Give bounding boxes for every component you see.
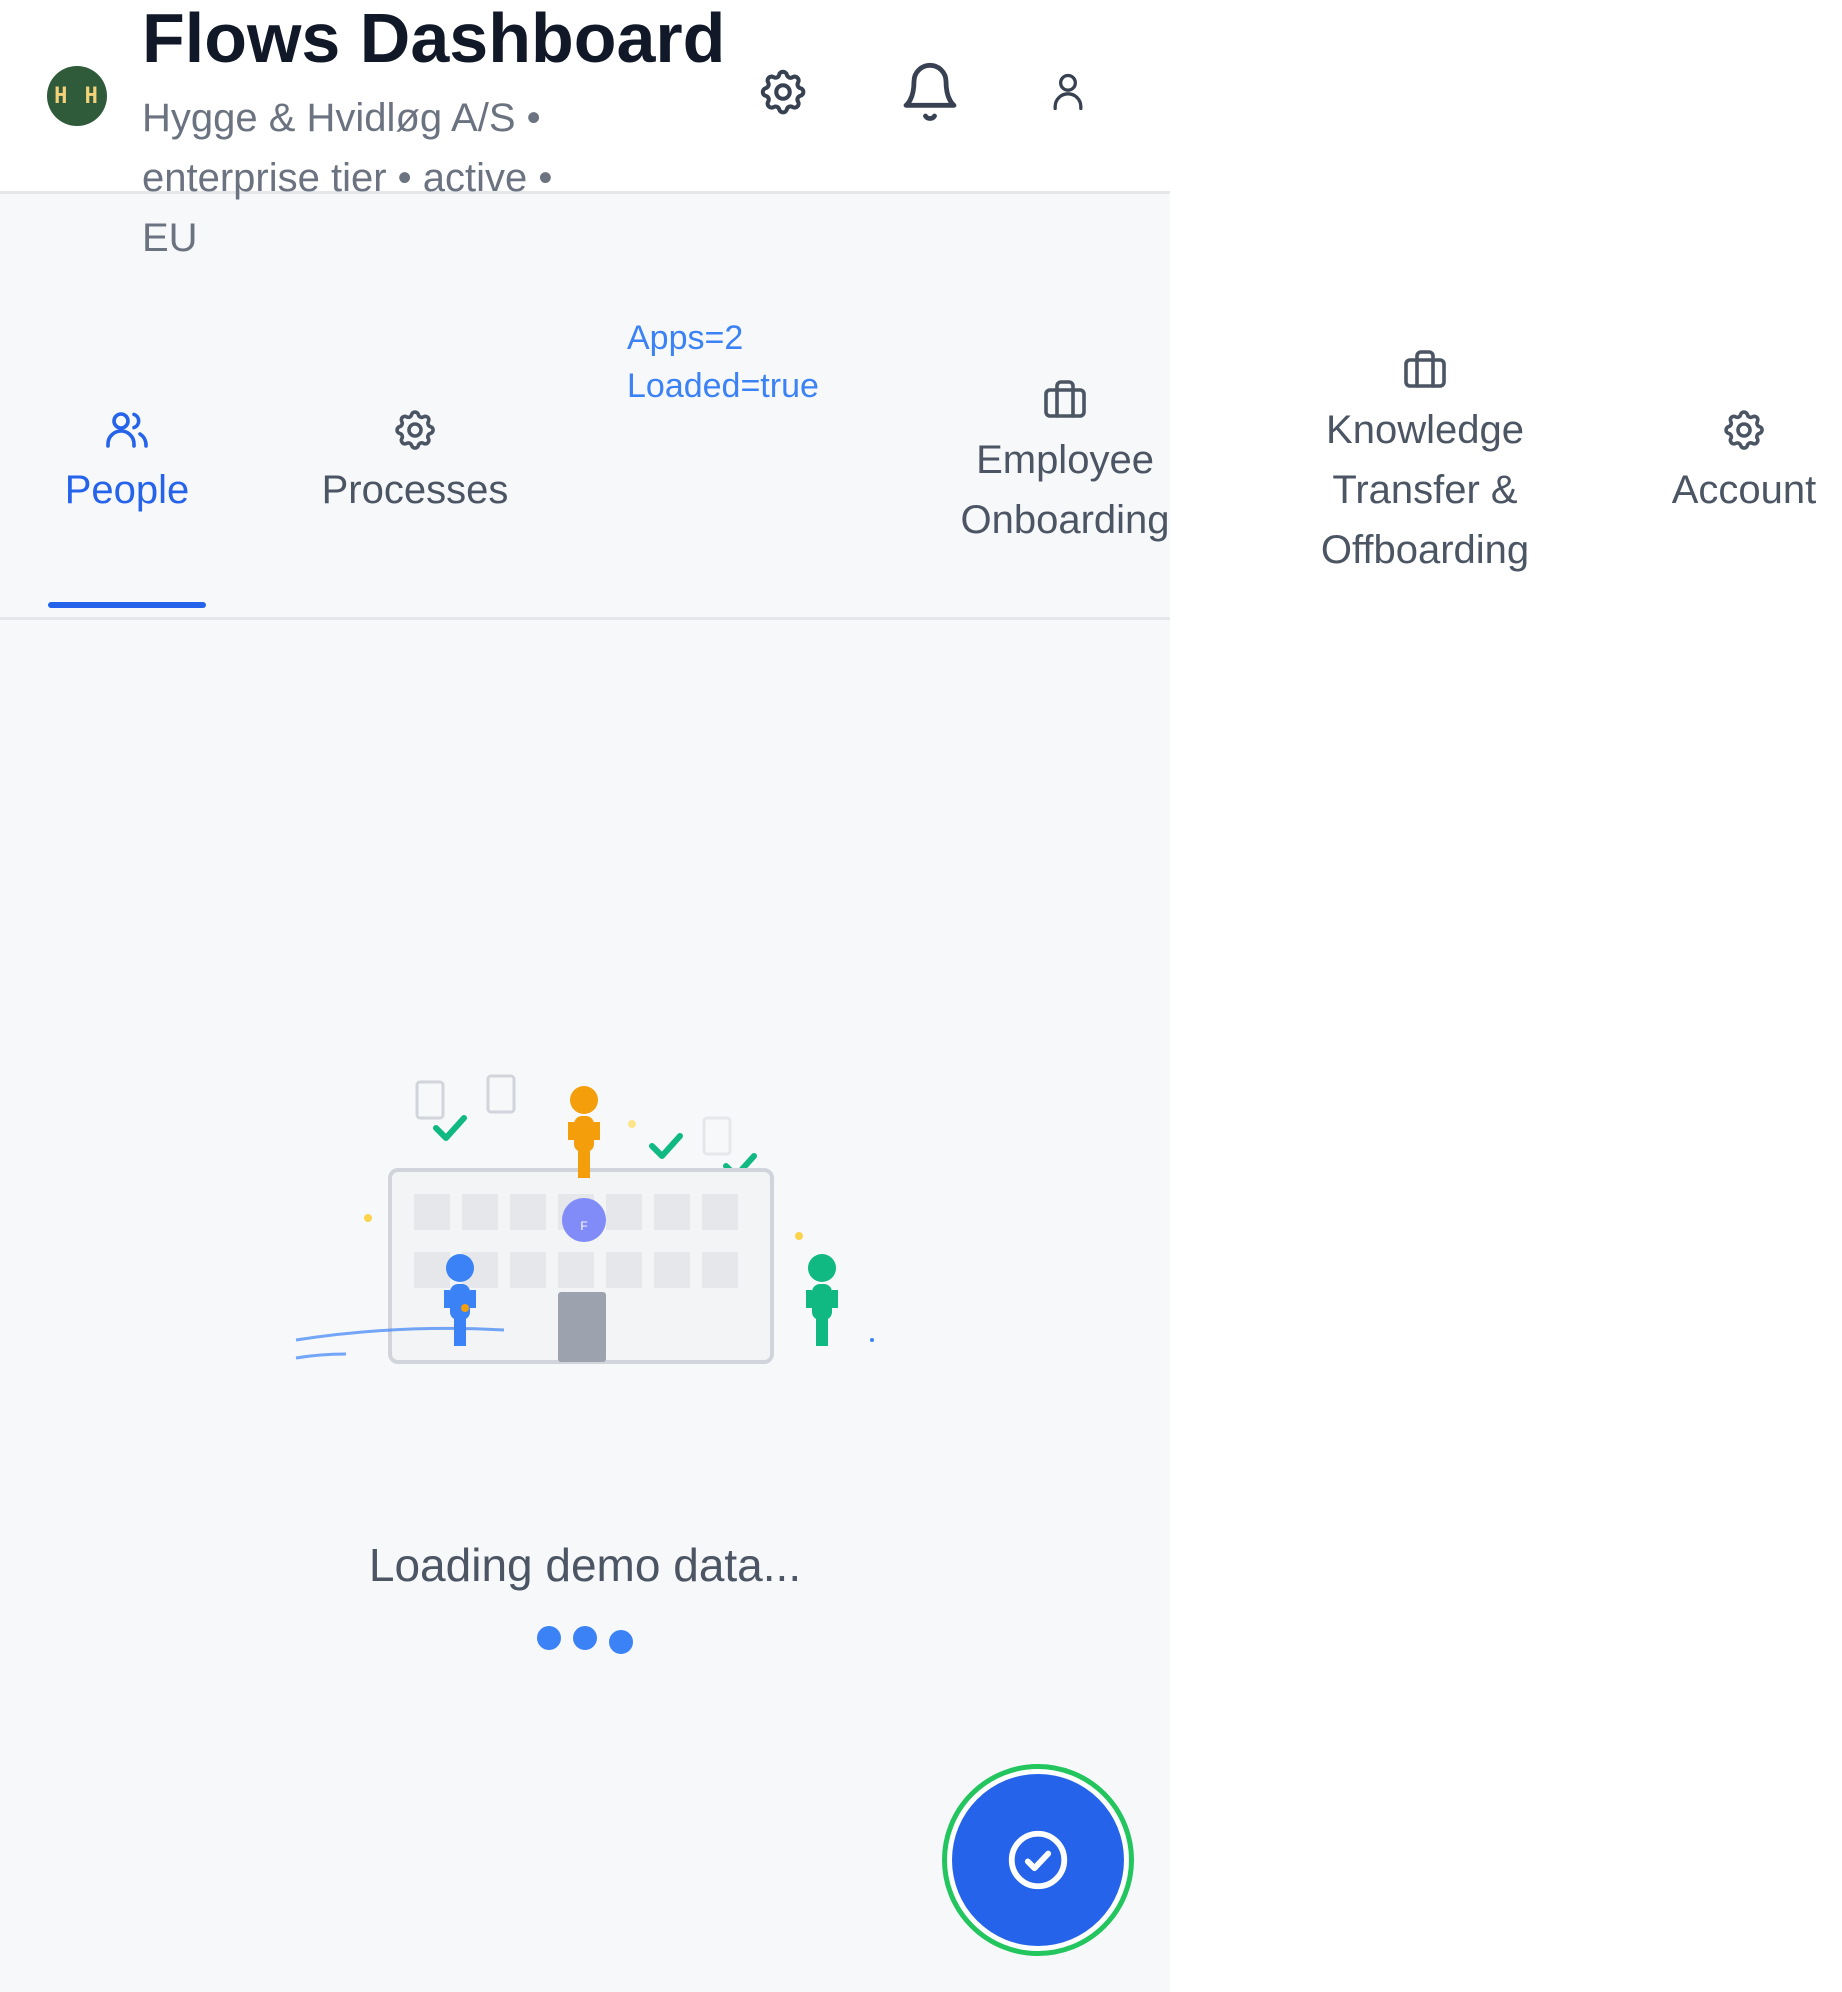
profile-button[interactable] <box>1036 60 1100 124</box>
tab-label: Account <box>1671 468 1817 512</box>
tab-label: Knowledge Transfer & Offboarding <box>1320 408 1530 572</box>
active-tab-indicator <box>48 602 206 608</box>
tab-account[interactable]: Account <box>1654 406 1834 520</box>
loading-illustration: F <box>295 1074 874 1364</box>
tab-bar-divider <box>0 617 1170 620</box>
company-subtitle: Hygge & Hvidløg A/S • enterprise tier • … <box>142 96 553 260</box>
notifications-button[interactable] <box>898 60 962 124</box>
tab-bar: People Processes Employee Onboarding Kno… <box>0 300 1842 620</box>
app-panel: H H Flows Dashboard Hygge & Hvidløg A/S … <box>0 0 1170 1992</box>
briefcase-icon <box>1044 380 1086 418</box>
people-icon <box>106 412 148 448</box>
company-logo: H H <box>47 66 107 126</box>
bell-icon <box>903 62 957 121</box>
check-circle-icon <box>1008 1830 1068 1890</box>
gear-icon <box>395 410 435 450</box>
tab-label: Employee Onboarding <box>960 438 1170 542</box>
user-icon <box>1053 73 1083 111</box>
header: H H Flows Dashboard Hygge & Hvidløg A/S … <box>0 0 1170 260</box>
gear-icon <box>1724 410 1764 450</box>
fab-inner <box>952 1774 1124 1946</box>
briefcase-icon <box>1404 350 1446 388</box>
tab-people[interactable]: People <box>48 406 206 520</box>
avatar-letter: F <box>580 1219 587 1233</box>
tab-employee-onboarding[interactable]: Employee Onboarding <box>940 376 1190 550</box>
loading-dot <box>609 1630 633 1654</box>
settings-button[interactable] <box>751 60 815 124</box>
tab-processes[interactable]: Processes <box>300 406 530 520</box>
tab-label: People <box>64 468 190 512</box>
tab-label: Processes <box>321 468 509 512</box>
floating-action-button[interactable] <box>942 1764 1134 1956</box>
loading-message: Loading demo data... <box>368 1539 802 1591</box>
loading-dot <box>537 1626 561 1650</box>
page-title: Flows Dashboard <box>142 0 726 77</box>
loading-spinner <box>535 1624 635 1654</box>
tab-knowledge-transfer[interactable]: Knowledge Transfer & Offboarding <box>1290 346 1560 580</box>
gear-icon <box>760 69 806 115</box>
loading-dot <box>573 1626 597 1650</box>
